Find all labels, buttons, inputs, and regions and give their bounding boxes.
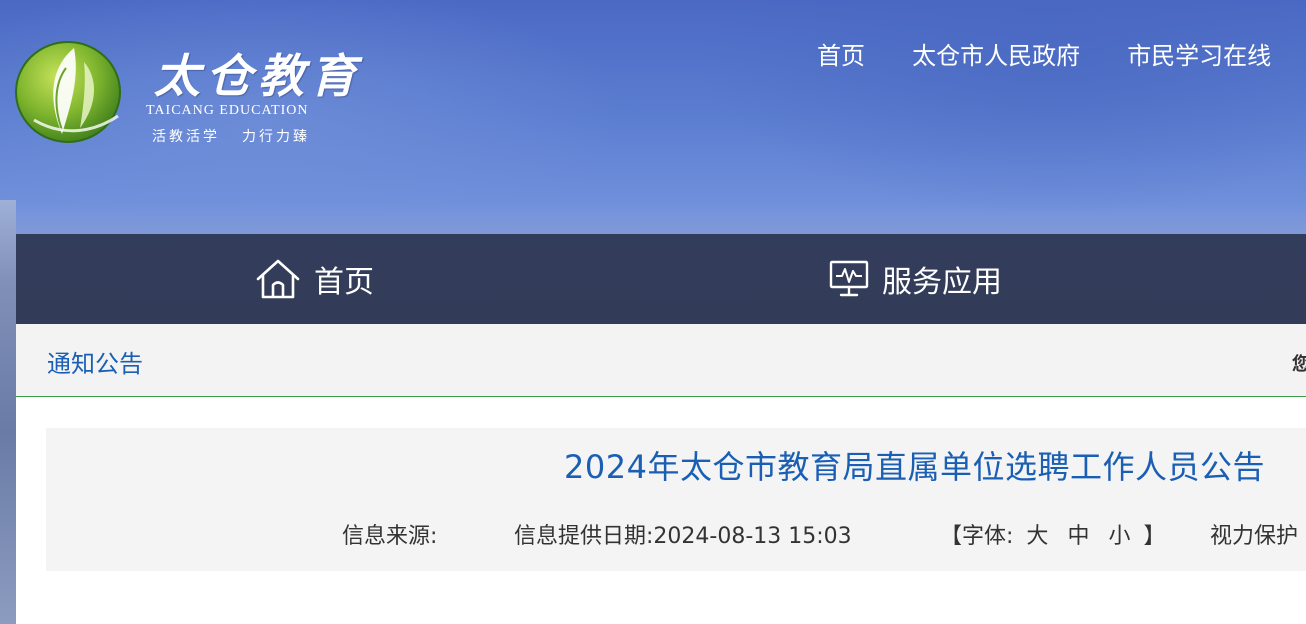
font-size-large[interactable]: 大	[1026, 524, 1048, 549]
info-date-value: 2024-08-13 15:03	[653, 524, 852, 549]
info-source: 信息来源:	[342, 524, 438, 549]
top-link-home[interactable]: 首页	[817, 40, 865, 72]
brand-name-cn: 太仓教育	[154, 49, 362, 103]
monitor-chart-icon	[829, 260, 869, 297]
font-switch-open: 【字体:	[940, 524, 1014, 549]
location-breadcrumb: 您	[1292, 354, 1306, 375]
section-header: 通知公告 您	[16, 324, 1306, 397]
section-title-notices[interactable]: 通知公告	[47, 344, 143, 379]
font-size-switcher: 【字体: 大 中 小 】	[940, 518, 1165, 550]
info-date: 信息提供日期:2024-08-13 15:03	[514, 518, 852, 550]
article-title: 2024年太仓市教育局直属单位选聘工作人员公告	[564, 448, 1265, 486]
eye-protection-toggle[interactable]: 视力保护	[1210, 518, 1298, 550]
top-link-city-government[interactable]: 太仓市人民政府	[912, 40, 1080, 72]
main-nav-bar: 首页 服务应用	[16, 234, 1306, 324]
home-icon	[256, 259, 300, 299]
font-switch-close: 】	[1143, 524, 1166, 549]
left-edge-backdrop	[0, 200, 16, 624]
nav-home-label: 首页	[314, 265, 374, 300]
brand-slogan: 活教活学 力行力臻	[152, 126, 310, 146]
font-size-medium[interactable]: 中	[1067, 524, 1089, 549]
nav-service-apps[interactable]: 服务应用	[828, 234, 1002, 324]
nav-home[interactable]: 首页	[254, 234, 374, 324]
top-links: 首页 太仓市人民政府 市民学习在线	[817, 40, 1306, 72]
info-date-label: 信息提供日期:	[514, 524, 654, 549]
top-link-citizen-learning[interactable]: 市民学习在线	[1127, 40, 1271, 72]
brand-name-en: TAICANG EDUCATION	[146, 103, 309, 118]
article-header: 2024年太仓市教育局直属单位选聘工作人员公告 信息来源: 信息提供日期:202…	[46, 428, 1306, 571]
nav-service-label: 服务应用	[882, 265, 1002, 300]
leaf-globe-icon	[15, 41, 121, 143]
main-content: 2024年太仓市教育局直属单位选聘工作人员公告 信息来源: 信息提供日期:202…	[16, 397, 1306, 624]
slogan-right: 力行力臻	[242, 129, 310, 145]
font-size-small[interactable]: 小	[1108, 524, 1130, 549]
slogan-left: 活教活学	[152, 129, 220, 145]
site-logo[interactable]: 太仓教育 TAICANG EDUCATION 活教活学 力行力臻	[14, 38, 364, 148]
